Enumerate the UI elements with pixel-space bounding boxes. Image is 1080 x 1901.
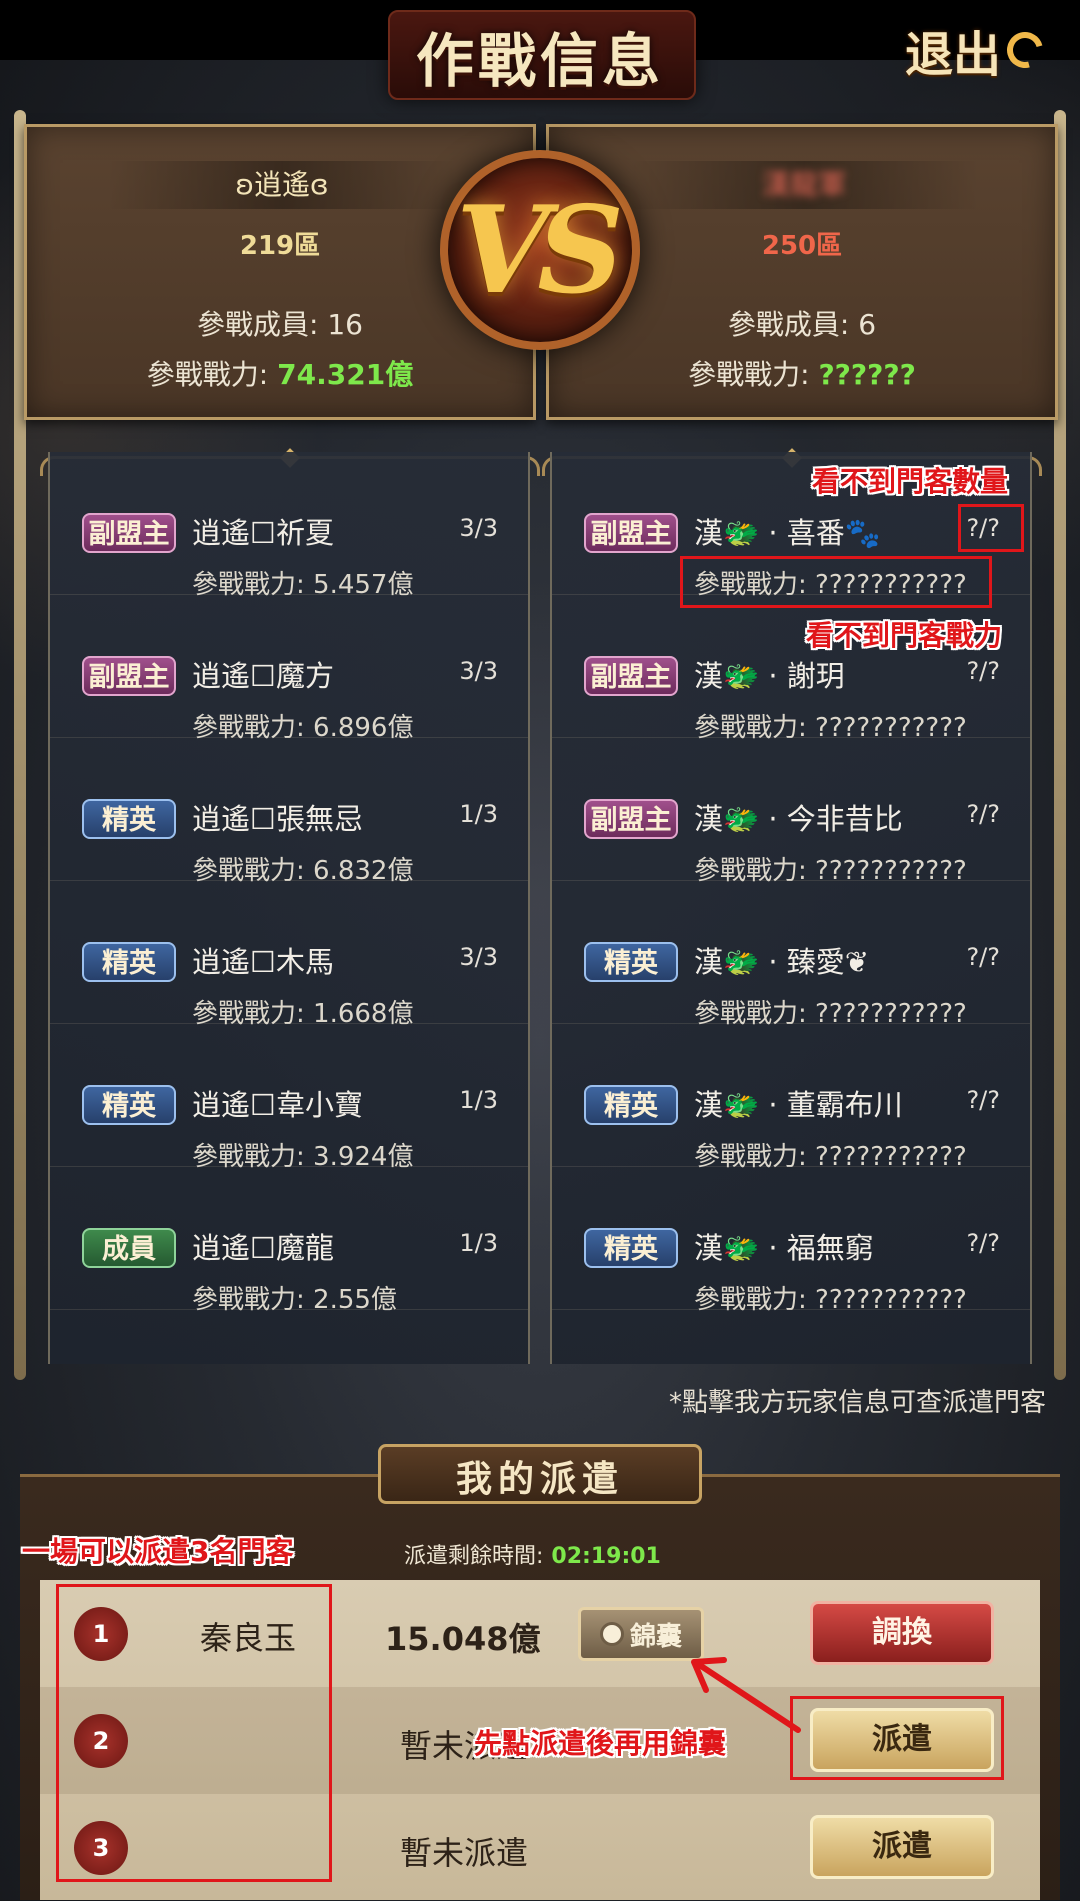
member-power: 參戰戰力: ??????????? [694,1285,967,1315]
our-member-row[interactable]: 精英 逍遙☐木馬 3/3 參戰戰力: 1.668億 [50,881,528,1029]
our-member-row[interactable]: 副盟主 逍遙☐魔方 3/3 參戰戰力: 6.896億 [50,595,528,743]
member-count: ?/? [966,1229,1000,1257]
power-label: 參戰戰力: [146,358,269,391]
annotation-count-hidden: 看不到門客數量 [812,465,1009,498]
rank-badge: 精英 [82,942,176,982]
member-name: 漢🐲 · 臻愛❦ [694,945,870,979]
dispatch-title: 我的派遣 [455,1458,624,1500]
dispatch-hint-note: *點擊我方玩家信息可查派遣門客 [668,1388,1046,1418]
vs-label: VS [456,179,624,321]
member-count: 1/3 [459,1229,498,1257]
annotation-power-hidden: 看不到門客戰力 [806,619,1003,652]
member-count: ?/? [966,657,1000,685]
rank-badge: 精英 [584,1085,678,1125]
member-count: 3/3 [459,657,498,685]
member-count: 1/3 [459,1086,498,1114]
member-name: 逍遙☐魔龍 [192,1231,334,1265]
our-member-row[interactable]: 精英 逍遙☐韋小寶 1/3 參戰戰力: 3.924億 [50,1024,528,1172]
members-label: 參戰成員: [727,308,850,341]
remaining-time: 02:19:01 [551,1544,661,1569]
member-name: 漢🐲 · 福無窮 [694,1231,874,1265]
power-value: ?????? [818,358,916,391]
member-count: ?/? [966,800,1000,828]
member-name: 逍遙☐韋小寶 [192,1088,363,1122]
member-name: 漢🐲 · 謝玥 [694,659,845,693]
member-power: 參戰戰力: 2.55億 [192,1285,397,1315]
enemy-team-members: 參戰成員: 6 [549,303,1055,343]
rank-badge: 副盟主 [82,513,176,553]
member-count: 3/3 [459,943,498,971]
kit-label: 錦囊 [629,1621,682,1652]
annotation-box-count [958,504,1024,552]
power-value: 74.321億 [277,358,414,391]
our-team-name: ʚ逍遙ɞ [107,161,457,209]
rank-badge: 成員 [82,1228,176,1268]
annotation-max-three: 一場可以派遣3名門客 [22,1535,294,1568]
swap-button[interactable]: 調換 [810,1601,994,1665]
dispatch-button[interactable]: 派遣 [810,1815,994,1879]
member-name: 逍遙☐木馬 [192,945,334,979]
enemy-team-name-blurred: 漢龍軍 [629,161,979,209]
power-label: 參戰戰力: [688,358,810,391]
member-name: 逍遙☐張無忌 [192,802,363,836]
enemy-member-row: 精英 漢🐲 · 臻愛❦ ?/? 參戰戰力: ??????????? [552,881,1030,1029]
enemy-team-name: 漢龍軍 [761,168,846,201]
exit-label: 退出 [905,27,1002,83]
our-member-row[interactable]: 成員 逍遙☐魔龍 1/3 參戰戰力: 2.55億 [50,1167,528,1315]
enemy-member-row: 精英 漢🐲 · 福無窮 ?/? 參戰戰力: ??????????? [552,1167,1030,1315]
rank-badge: 副盟主 [82,656,176,696]
exit-arrow-icon [1000,25,1050,75]
annotation-box-dispatch [790,1696,1004,1780]
vs-emblem: VS [440,150,640,350]
member-count: ?/? [966,943,1000,971]
members-label: 參戰成員: [197,308,319,341]
rank-badge: 副盟主 [584,656,678,696]
member-name: 漢🐲 · 喜番🐾 [694,516,881,550]
our-team-power: 參戰戰力: 74.321億 [27,353,533,393]
our-roster-list: 副盟主 逍遙☐祈夏 3/3 參戰戰力: 5.457億 副盟主 逍遙☐魔方 3/3… [48,452,530,1364]
our-member-row[interactable]: 副盟主 逍遙☐祈夏 3/3 參戰戰力: 5.457億 [50,452,528,600]
rank-badge: 副盟主 [584,513,678,553]
member-name: 逍遙☐祈夏 [192,516,334,550]
slot-status: 暫未派遣 [400,1834,529,1872]
member-count: ?/? [966,1086,1000,1114]
annotation-arrow-icon [691,1657,801,1733]
enemy-member-row: 副盟主 漢🐲 · 今非昔比 ?/? 參戰戰力: ??????????? [552,738,1030,886]
our-member-row[interactable]: 精英 逍遙☐張無忌 1/3 參戰戰力: 6.832億 [50,738,528,886]
enemy-team-power: 參戰戰力: ?????? [549,353,1055,393]
annotation-box-power [680,556,992,608]
remaining-label: 派遣剩餘時間: [404,1544,544,1569]
rank-badge: 副盟主 [584,799,678,839]
rank-badge: 精英 [82,1085,176,1125]
rank-badge: 精英 [584,1228,678,1268]
slot-hero-power: 15.048億 [385,1620,541,1658]
annotation-box-slots [56,1584,332,1882]
member-count: 1/3 [459,800,498,828]
members-value: 6 [858,308,877,341]
page-title: 作戰信息 [415,27,664,95]
rank-badge: 精英 [82,799,176,839]
exit-button[interactable]: 退出 [905,18,1065,83]
member-name: 漢🐲 · 董霸布川 [694,1088,903,1122]
members-value: 16 [327,308,363,341]
member-name: 逍遙☐魔方 [192,659,334,693]
member-name: 漢🐲 · 今非昔比 [694,802,903,836]
rank-badge: 精英 [584,942,678,982]
member-count: 3/3 [459,514,498,542]
dispatch-remaining: 派遣剩餘時間: 02:19:01 [404,1538,661,1570]
enemy-member-row: 精英 漢🐲 · 董霸布川 ?/? 參戰戰力: ??????????? [552,1024,1030,1172]
pouch-icon [599,1622,624,1646]
